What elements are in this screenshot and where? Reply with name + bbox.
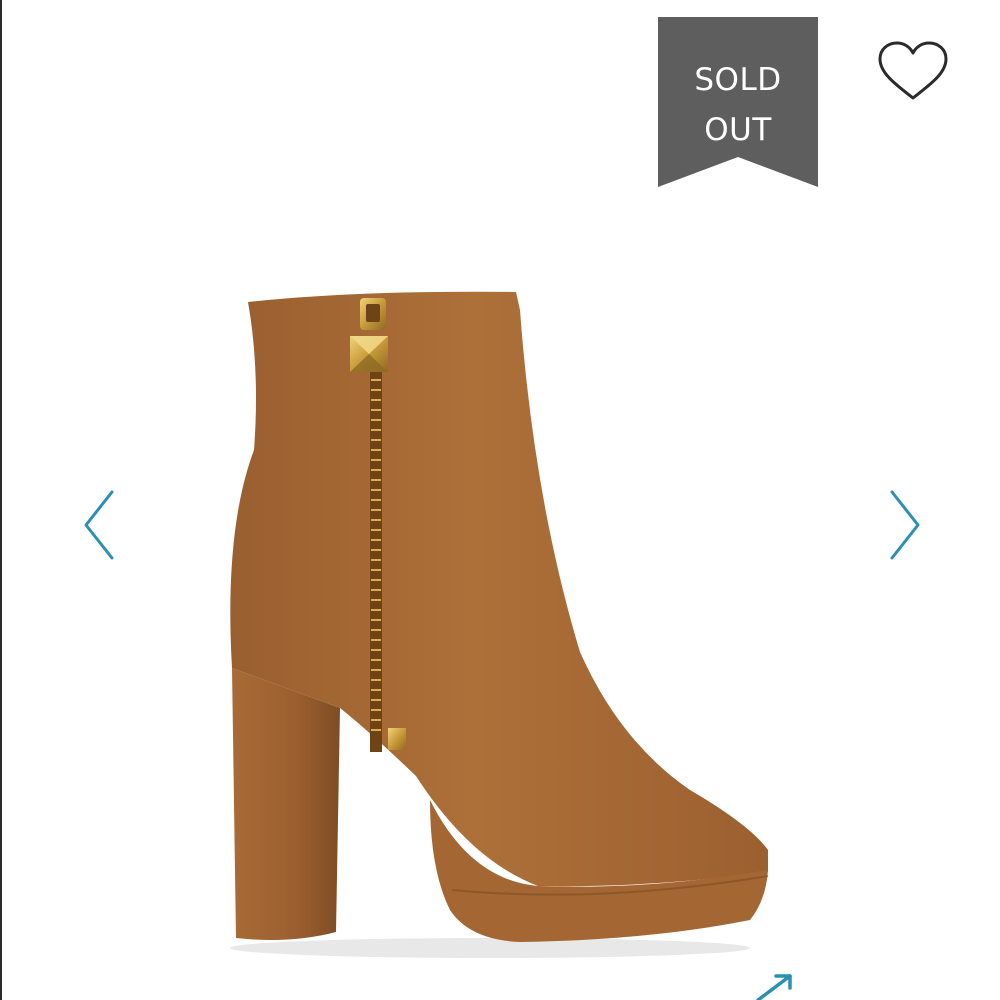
sold-out-label: SOLD OUT: [694, 62, 782, 148]
floor-shadow: [230, 938, 750, 958]
zoom-button[interactable]: [752, 972, 798, 1000]
previous-image-button[interactable]: [80, 488, 120, 562]
chevron-right-icon: [890, 490, 920, 560]
heart-outline-icon: [878, 41, 948, 100]
zipper-end-stop: [388, 728, 406, 750]
next-image-button[interactable]: [884, 488, 924, 562]
expand-arrows-icon: [756, 974, 792, 1000]
gallery-left-border: [0, 0, 2, 1000]
sold-out-badge: SOLD OUT: [658, 17, 818, 187]
zipper-track: [370, 360, 382, 752]
product-image: [220, 280, 790, 960]
product-gallery: SOLD OUT: [0, 0, 1000, 1000]
block-heel: [232, 668, 340, 940]
favorite-button[interactable]: [876, 40, 950, 104]
ankle-boot-illustration: [230, 291, 769, 958]
chevron-left-icon: [84, 490, 114, 560]
